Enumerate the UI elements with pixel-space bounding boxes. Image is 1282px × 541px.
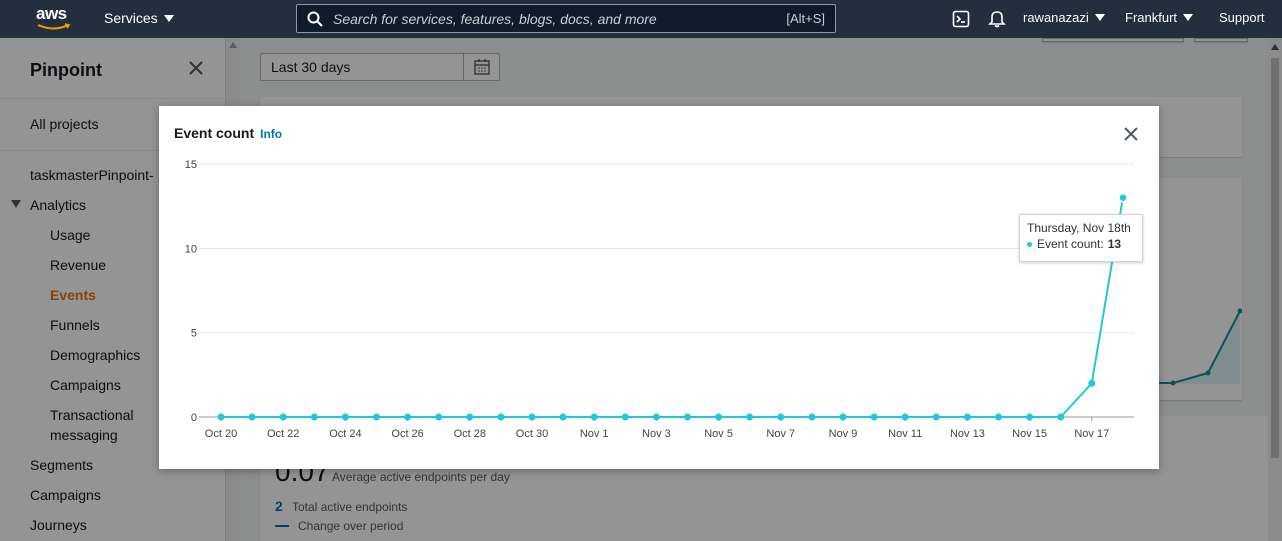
support-menu-button[interactable]: Support	[1219, 10, 1265, 25]
x-tick-label: Oct 26	[391, 428, 423, 440]
notifications-bell-icon[interactable]	[988, 9, 1006, 28]
region-name: Frankfurt	[1125, 10, 1178, 25]
data-point	[590, 413, 598, 421]
y-tick-label: 5	[191, 328, 197, 340]
region-menu-button[interactable]: Frankfurt	[1125, 10, 1194, 25]
data-point	[310, 413, 318, 421]
data-point	[963, 413, 971, 421]
data-point	[435, 413, 443, 421]
x-tick-label: Nov 7	[766, 428, 795, 440]
data-point	[995, 413, 1002, 421]
x-tick-label: Oct 22	[267, 428, 299, 440]
x-tick-label: Nov 17	[1074, 428, 1109, 440]
tooltip-date: Thursday, Nov 18th	[1027, 221, 1131, 235]
data-point	[559, 413, 567, 421]
data-point	[248, 413, 256, 421]
data-point	[279, 413, 287, 421]
x-tick-label: Nov 13	[950, 428, 985, 440]
x-tick-label: Nov 1	[580, 428, 609, 440]
event-count-chart: 0 5 10 15 Oct 20 Oct 22 Oct 24 Oct 26 Oct 28 Oct …	[185, 159, 1134, 440]
series-line	[221, 197, 1124, 418]
account-menu-button[interactable]: rawanazazi	[1023, 10, 1105, 25]
tooltip-value: 13	[1107, 237, 1122, 251]
data-point	[839, 413, 847, 421]
data-point	[1118, 192, 1128, 203]
cloudshell-icon[interactable]	[952, 10, 970, 28]
caret-down-icon	[163, 14, 174, 22]
data-point	[870, 413, 878, 421]
chart-tooltip: Thursday, Nov 18th Event count: 13	[1019, 214, 1143, 262]
search-input[interactable]: Search for services, features, blogs, do…	[296, 4, 836, 33]
data-point	[746, 413, 754, 421]
caret-down-icon	[1183, 14, 1194, 21]
services-label: Services	[104, 10, 158, 26]
data-point	[684, 413, 691, 421]
data-point	[373, 413, 380, 421]
y-tick-label: 0	[191, 412, 197, 424]
data-point	[715, 413, 723, 421]
data-point	[1026, 413, 1034, 421]
data-point	[1088, 379, 1096, 387]
caret-down-icon	[1094, 14, 1105, 21]
services-menu-button[interactable]: Services	[104, 10, 174, 26]
data-point	[528, 413, 536, 421]
x-tick-label: Nov 5	[704, 428, 733, 440]
account-name: rawanazazi	[1023, 10, 1089, 25]
search-placeholder: Search for services, features, blogs, do…	[333, 10, 657, 27]
aws-logo-text: aws	[36, 4, 67, 23]
data-point	[777, 413, 785, 421]
x-tick-label: Oct 20	[205, 428, 237, 440]
x-tick-label: Nov 9	[829, 428, 858, 440]
data-point	[341, 413, 349, 421]
data-point	[1057, 413, 1065, 421]
aws-smile-icon	[37, 23, 71, 30]
x-tick-label: Oct 30	[516, 428, 548, 440]
x-tick-label: Nov 15	[1012, 428, 1047, 440]
search-shortcut: [Alt+S]	[786, 11, 825, 26]
search-icon	[307, 11, 323, 27]
aws-logo[interactable]: aws	[36, 4, 72, 32]
x-tick-label: Nov 3	[642, 428, 671, 440]
y-tick-label: 15	[185, 159, 197, 171]
y-tick-label: 10	[185, 243, 197, 255]
data-point	[621, 413, 629, 421]
series-dot-icon	[1027, 241, 1032, 247]
event-count-modal: Event count Info 0 5 10 15 Oct 20 Oct 22 Oct 2…	[159, 106, 1159, 469]
tooltip-series: Event count:	[1037, 237, 1104, 251]
data-point	[808, 413, 816, 421]
data-point	[404, 413, 412, 421]
data-point	[932, 413, 940, 421]
data-point	[466, 413, 474, 421]
data-point	[901, 413, 909, 421]
support-label: Support	[1219, 10, 1265, 25]
x-tick-label: Nov 11	[888, 428, 922, 440]
x-tick-label: Oct 28	[454, 428, 486, 440]
data-point	[497, 413, 505, 421]
data-point	[217, 413, 225, 421]
x-tick-label: Oct 24	[329, 428, 361, 440]
data-point	[652, 413, 660, 421]
top-navigation-bar: aws Services Search for services, featur…	[0, 0, 1282, 38]
